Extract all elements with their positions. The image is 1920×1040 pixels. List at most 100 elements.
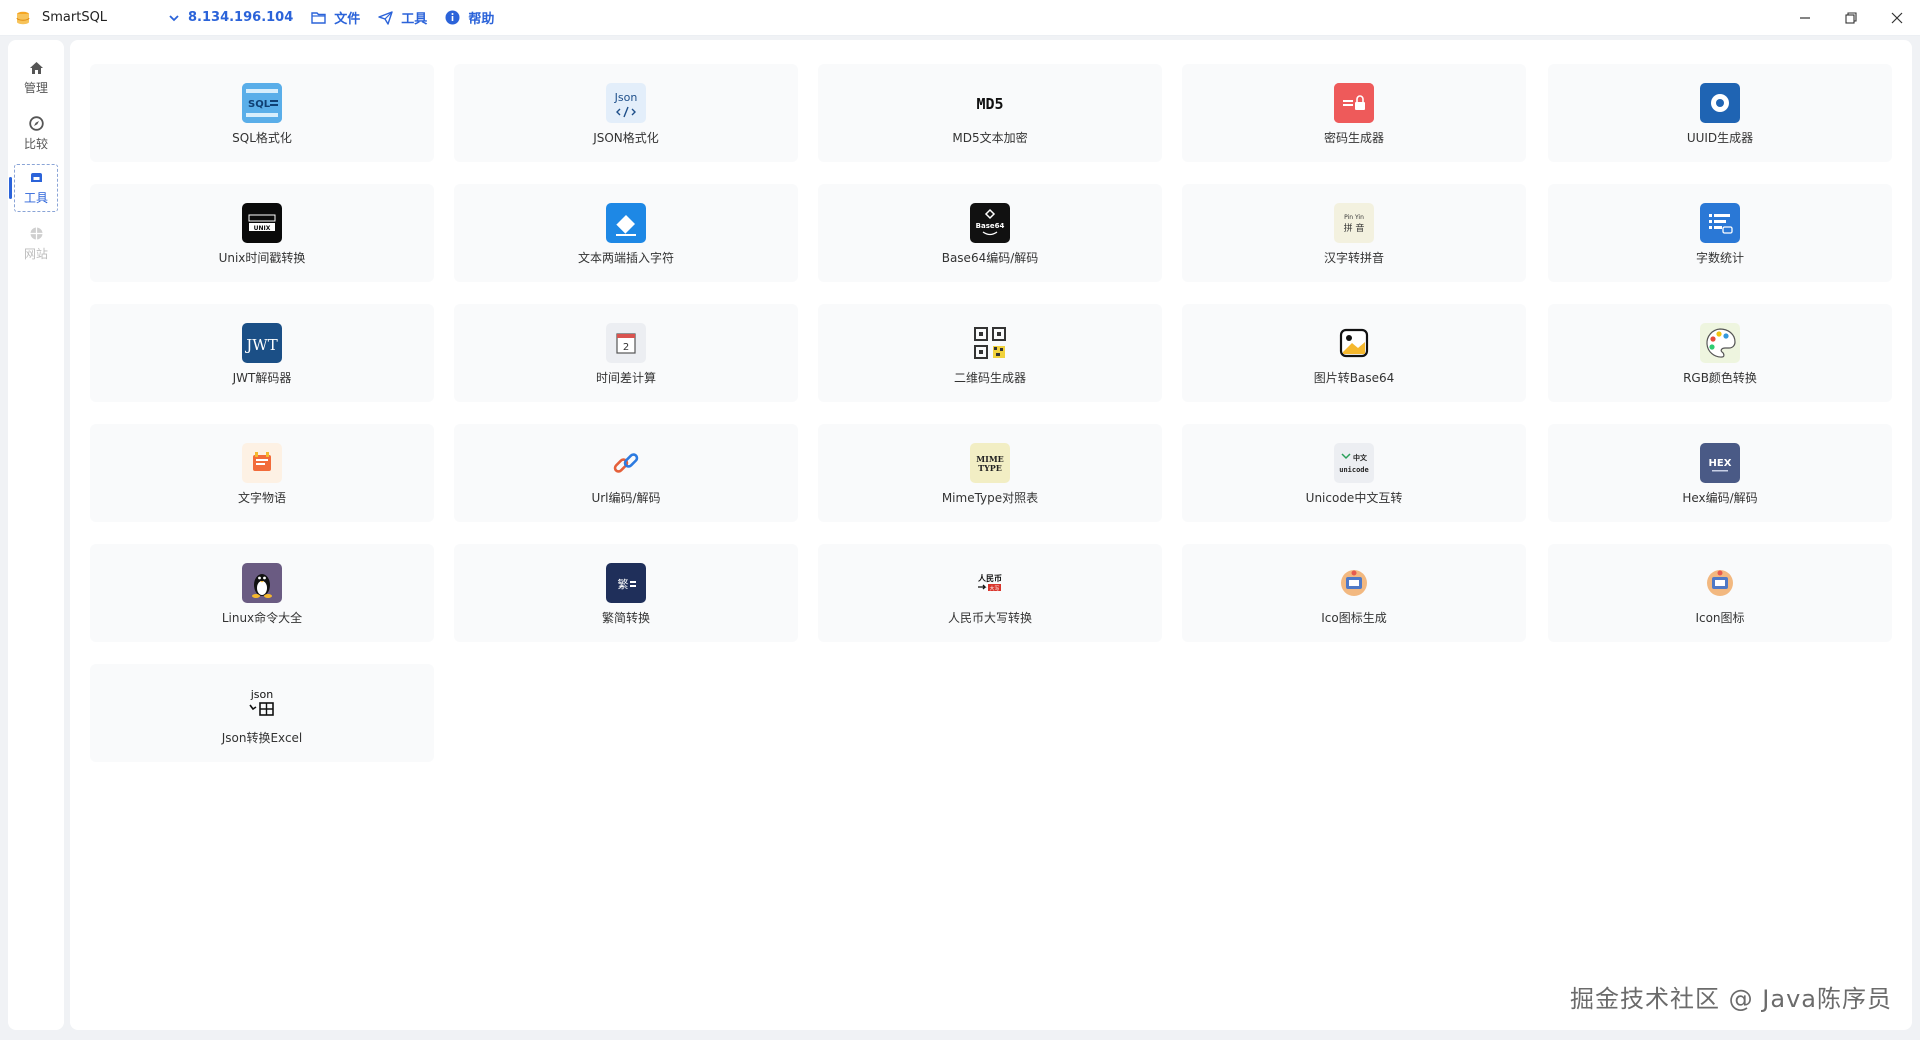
server-selector[interactable]: 8.134.196.104	[168, 10, 293, 25]
pinyin-icon: Pin Yin 拼 音	[1334, 203, 1374, 243]
tool-card-uuid[interactable]: UUID生成器	[1548, 64, 1892, 162]
close-icon	[1891, 12, 1903, 24]
image-icon	[1334, 323, 1374, 363]
base64-icon: Base64	[970, 203, 1010, 243]
tool-label: Ico图标生成	[1321, 611, 1387, 625]
qrcode-icon	[970, 323, 1010, 363]
tool-label: 时间差计算	[595, 371, 656, 385]
md5-icon-text: MD5	[976, 95, 1003, 113]
compass-icon	[28, 116, 44, 131]
hex-icon-text: HEX	[1709, 458, 1732, 469]
pinyin-icon-bottom: 拼 音	[1344, 222, 1365, 234]
json-format-icon: Json	[606, 83, 646, 123]
tool-card-unix-time[interactable]: UNIX Unix时间戳转换	[90, 184, 434, 282]
tool-label: JSON格式化	[593, 131, 659, 145]
tool-card-pinyin[interactable]: Pin Yin 拼 音 汉字转拼音	[1182, 184, 1526, 282]
tool-card-json-excel[interactable]: json Json转换Excel	[90, 664, 434, 762]
hex-icon: HEX	[1700, 443, 1740, 483]
ico-icon	[1334, 563, 1374, 603]
tool-card-ico-gen[interactable]: Ico图标生成	[1182, 544, 1526, 642]
menu-file[interactable]: 文件	[311, 8, 360, 27]
rmb-icon: 人民币 大写	[970, 563, 1010, 603]
traditional-simplified-icon: 繁	[606, 563, 646, 603]
unix-icon-text: UNIX	[254, 225, 271, 232]
sidebar-item-label: 工具	[23, 190, 48, 205]
tool-label: RGB颜色转换	[1683, 371, 1757, 385]
json-excel-icon: json	[242, 683, 282, 723]
json-excel-icon-text: json	[250, 688, 274, 701]
tool-label: Unix时间戳转换	[218, 251, 306, 265]
sidebar-item-label: 比较	[23, 137, 48, 151]
unicode-icon-top: 中文	[1353, 453, 1368, 462]
tool-card-icon[interactable]: Icon图标	[1548, 544, 1892, 642]
tool-card-jwt[interactable]: JWT JWT解码器	[90, 304, 434, 402]
mime-icon-bottom: TYPE	[978, 463, 1002, 473]
tool-label: 文本两端插入字符	[577, 251, 674, 265]
tool-label: 繁简转换	[601, 611, 650, 625]
tool-card-linux[interactable]: Linux命令大全	[90, 544, 434, 642]
globe-icon	[29, 227, 43, 240]
tool-card-password[interactable]: 密码生成器	[1182, 64, 1526, 162]
watermark: 掘金技术社区 @ Java陈序员	[1570, 985, 1892, 1013]
sidebar-item-label: 管理	[23, 80, 48, 95]
tool-label: JWT解码器	[232, 371, 292, 385]
tool-label: 汉字转拼音	[1323, 251, 1384, 265]
minimize-icon	[1800, 17, 1810, 19]
tool-label: Icon图标	[1695, 611, 1745, 625]
window-controls	[1782, 0, 1920, 36]
sql-format-icon: SQL	[242, 83, 282, 123]
tool-card-image-base64[interactable]: 图片转Base64	[1182, 304, 1526, 402]
sidebar: 管理 比较 工具 网站	[8, 40, 64, 1030]
sidebar-item-compare[interactable]: 比较	[14, 110, 58, 158]
tool-card-json-format[interactable]: Json JSON格式化	[454, 64, 798, 162]
eraser-icon	[606, 203, 646, 243]
tool-card-hex[interactable]: HEX Hex编码/解码	[1548, 424, 1892, 522]
tool-card-trad-simp[interactable]: 繁 繁简转换	[454, 544, 798, 642]
app-logo-icon	[14, 9, 32, 27]
uuid-icon	[1700, 83, 1740, 123]
tool-label: MD5文本加密	[952, 131, 1028, 145]
sidebar-item-website[interactable]: 网站	[14, 220, 58, 268]
tool-label: 图片转Base64	[1313, 371, 1395, 385]
palette-icon	[1700, 323, 1740, 363]
menu-help[interactable]: 帮助	[445, 8, 494, 27]
tool-card-sql-format[interactable]: SQL SQL格式化	[90, 64, 434, 162]
calendar-icon-text: 2	[623, 342, 629, 353]
tool-card-unicode[interactable]: 中文 unicode Unicode中文互转	[1182, 424, 1526, 522]
sidebar-item-tools[interactable]: 工具	[9, 164, 58, 212]
tool-card-qrcode[interactable]: 二维码生成器	[818, 304, 1162, 402]
traditional-icon-text: 繁	[618, 577, 629, 591]
title-bar: SmartSQL 8.134.196.104 文件 工具 帮助	[0, 0, 1920, 36]
tool-card-text-story[interactable]: 文字物语	[90, 424, 434, 522]
jwt-icon: JWT	[242, 323, 282, 363]
tool-card-time-diff[interactable]: 2 时间差计算	[454, 304, 798, 402]
restore-button[interactable]	[1828, 0, 1874, 36]
menu-file-label: 文件	[334, 12, 361, 27]
tool-card-text-insert[interactable]: 文本两端插入字符	[454, 184, 798, 282]
menu-tools-label: 工具	[401, 12, 428, 27]
tool-grid: SQL SQL格式化 Json JSON格式化 MD5 MD5文本加密 密码生成…	[70, 40, 1912, 1030]
sidebar-item-label: 网站	[23, 247, 48, 261]
tool-card-base64[interactable]: Base64 Base64编码/解码	[818, 184, 1162, 282]
tool-card-md5[interactable]: MD5 MD5文本加密	[818, 64, 1162, 162]
rmb-icon-bottom: 大写	[989, 585, 999, 592]
jwt-icon-text: JWT	[244, 336, 277, 354]
tool-card-url-codec[interactable]: Url编码/解码	[454, 424, 798, 522]
tool-card-rmb[interactable]: 人民币 大写 人民币大写转换	[818, 544, 1162, 642]
tool-label: SQL格式化	[232, 131, 292, 145]
tool-label: Base64编码/解码	[941, 251, 1039, 265]
tool-card-mime-type[interactable]: MIME TYPE MimeType对照表	[818, 424, 1162, 522]
minimize-button[interactable]	[1782, 0, 1828, 36]
close-button[interactable]	[1874, 0, 1920, 36]
tool-card-word-count[interactable]: 字数统计	[1548, 184, 1892, 282]
tool-card-rgb[interactable]: RGB颜色转换	[1548, 304, 1892, 402]
sidebar-item-manage[interactable]: 管理	[14, 54, 58, 102]
menu-tools[interactable]: 工具	[378, 8, 427, 27]
tool-label: 二维码生成器	[953, 371, 1026, 385]
unix-time-icon: UNIX	[242, 203, 282, 243]
app-name: SmartSQL	[42, 10, 108, 25]
icon-icon	[1700, 563, 1740, 603]
text-story-icon	[242, 443, 282, 483]
tool-label: 字数统计	[1695, 251, 1744, 265]
info-icon	[445, 10, 460, 25]
